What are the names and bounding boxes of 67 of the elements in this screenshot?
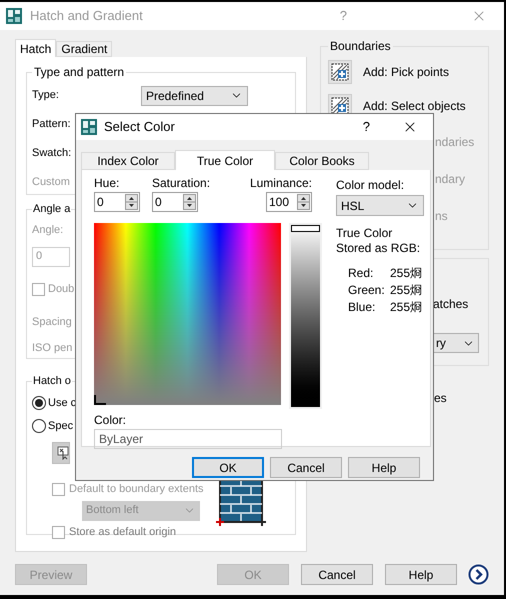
type-select[interactable]: Predefined [140,86,248,106]
dialog-button[interactable]: Help [348,457,420,478]
radio-button[interactable] [32,419,46,433]
option-label: es [434,390,448,407]
footer-button[interactable]: Help [385,564,457,585]
color-model-label: Color model: [336,177,406,194]
tab[interactable]: Gradient [56,41,112,57]
color-label: Color: [94,412,128,429]
field-label: ISO pen [32,341,72,356]
group-title: Boundaries [328,38,392,55]
radio-label: Spec [48,418,74,434]
field-label: Custom [32,175,70,190]
dialog-tab[interactable]: True Color [175,150,275,170]
field-label: Angle: [32,223,64,238]
hatch-plus-icon [330,63,349,81]
luminance-thumb[interactable] [291,225,320,232]
color-model-select[interactable]: HSL [336,195,424,216]
dialog-tab[interactable]: Index Color [81,152,175,170]
checkbox-label: Default to boundary extents [69,482,204,498]
group-title: Angle a [32,202,72,217]
spin-arrows-icon [183,194,196,210]
origin-cursor-icon [57,446,69,460]
boundary-tool-button[interactable] [328,60,352,84]
more-options-icon[interactable] [468,564,489,585]
saturation-spinner[interactable]: 0 [152,192,198,212]
boundary-action[interactable]: Add: Select objects [362,97,466,115]
stored-as-rgb-text: True Color Stored as RGB: [336,226,422,256]
hue-spinner[interactable]: 0 [94,192,140,212]
options-select[interactable]: ry [432,333,479,353]
dialog-help-button[interactable]: ? [362,117,370,137]
rgb-label: Blue: [348,298,376,316]
hue-label: Hue: [94,175,120,192]
tab[interactable]: Hatch [15,39,56,57]
field-label: Pattern: [32,117,71,132]
luminance-label: Luminance: [250,175,312,192]
checkbox-label: Doub [48,282,74,298]
checkbox[interactable] [52,526,65,539]
checkbox[interactable] [52,483,65,496]
app-logo-icon [6,8,22,24]
field-label: Spacing [32,315,72,330]
color-field[interactable]: ByLayer [94,429,282,449]
spin-arrows-icon [297,194,310,210]
option-label: atches [432,296,470,313]
picker-cursor-icon [94,395,106,405]
radio-button[interactable] [32,396,46,410]
boundary-action[interactable]: Add: Pick points [362,63,449,81]
dialog-button[interactable]: OK [192,457,264,478]
checkbox-label: Store as default origin [69,525,176,540]
luminance-spinner[interactable]: 100 [266,192,312,212]
pick-origin-button[interactable] [52,442,70,464]
rgb-value: 255烱 [390,298,422,316]
field-label: Swatch: [32,146,72,162]
saturation-label: Saturation: [152,175,210,192]
rgb-value: 255烱 [390,282,422,298]
rgb-value: 255烱 [390,264,422,282]
dialog-tab[interactable]: Color Books [275,152,369,170]
rgb-label: Red: [348,264,374,282]
dialog-button[interactable]: Cancel [270,457,342,478]
dialog-title: Select Color [104,118,175,136]
group-title: Type and pattern [33,64,126,81]
app-logo-icon [81,119,97,135]
rgb-label: Green: [348,282,386,298]
field-label: Type: [32,88,59,104]
spin-arrows-icon [125,194,138,210]
footer-button[interactable]: Cancel [301,564,373,585]
group-title: Hatch o [32,374,72,389]
window-title: Hatch and Gradient [30,7,143,26]
